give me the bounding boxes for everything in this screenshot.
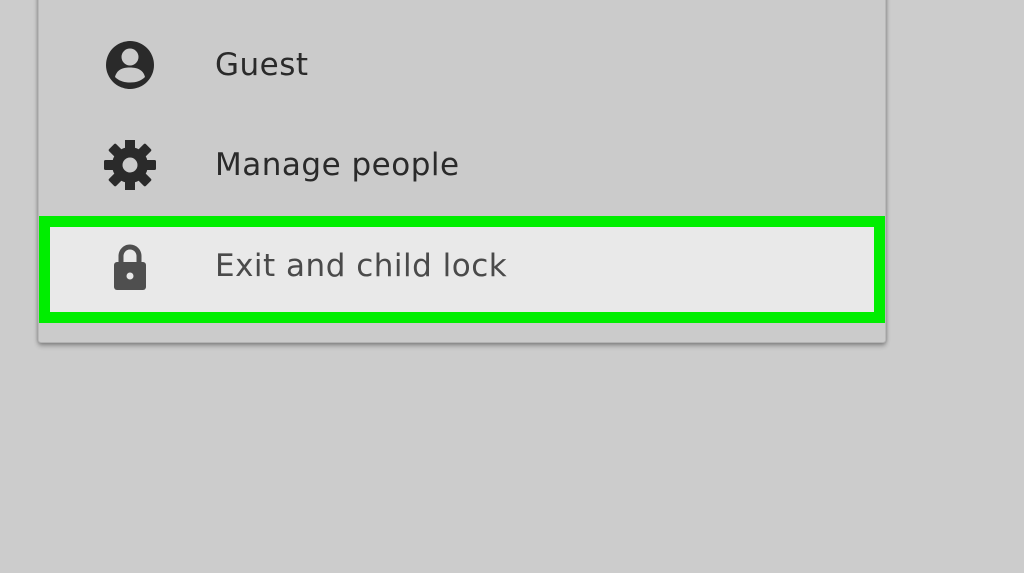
menu-item-exit-and-child-lock[interactable]: Exit and child lock bbox=[39, 216, 885, 323]
gear-icon bbox=[99, 140, 161, 190]
menu-item-label: Guest bbox=[215, 47, 309, 83]
profile-menu: Guest Manage people Exit and child lock bbox=[38, 0, 886, 343]
lock-icon bbox=[99, 242, 161, 292]
account-circle-icon bbox=[99, 40, 161, 90]
menu-item-label: Exit and child lock bbox=[215, 248, 508, 284]
menu-item-manage-people[interactable]: Manage people bbox=[39, 115, 885, 215]
menu-item-guest[interactable]: Guest bbox=[39, 15, 885, 115]
menu-item-label: Manage people bbox=[215, 147, 460, 183]
